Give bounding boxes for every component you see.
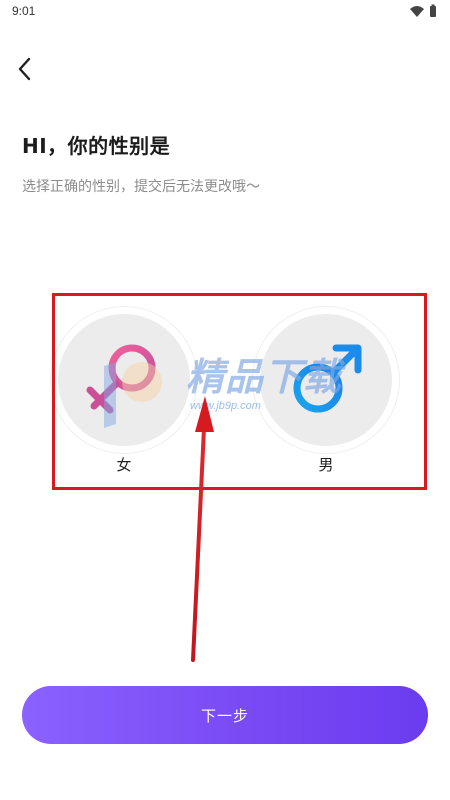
female-symbol-icon — [86, 344, 156, 414]
gender-label-male: 男 — [318, 456, 334, 474]
back-button[interactable] — [10, 54, 40, 84]
watermark-url: www.jb9p.com — [190, 400, 261, 412]
gender-option-male[interactable]: 男 — [252, 306, 400, 474]
page-title: HI，你的性别是 — [22, 134, 171, 158]
battery-icon — [430, 4, 436, 17]
next-step-button[interactable]: 下一步 — [22, 686, 428, 744]
status-icons — [410, 4, 436, 17]
gender-option-female[interactable]: 女 — [50, 306, 198, 474]
wifi-icon — [410, 6, 424, 17]
status-bar: 9:01 — [0, 0, 450, 24]
gender-label-female: 女 — [116, 456, 132, 474]
chevron-left-icon — [18, 57, 31, 81]
page-subtitle: 选择正确的性别，提交后无法更改哦～ — [22, 179, 260, 195]
status-time: 9:01 — [12, 4, 36, 18]
male-symbol-icon — [293, 344, 362, 413]
